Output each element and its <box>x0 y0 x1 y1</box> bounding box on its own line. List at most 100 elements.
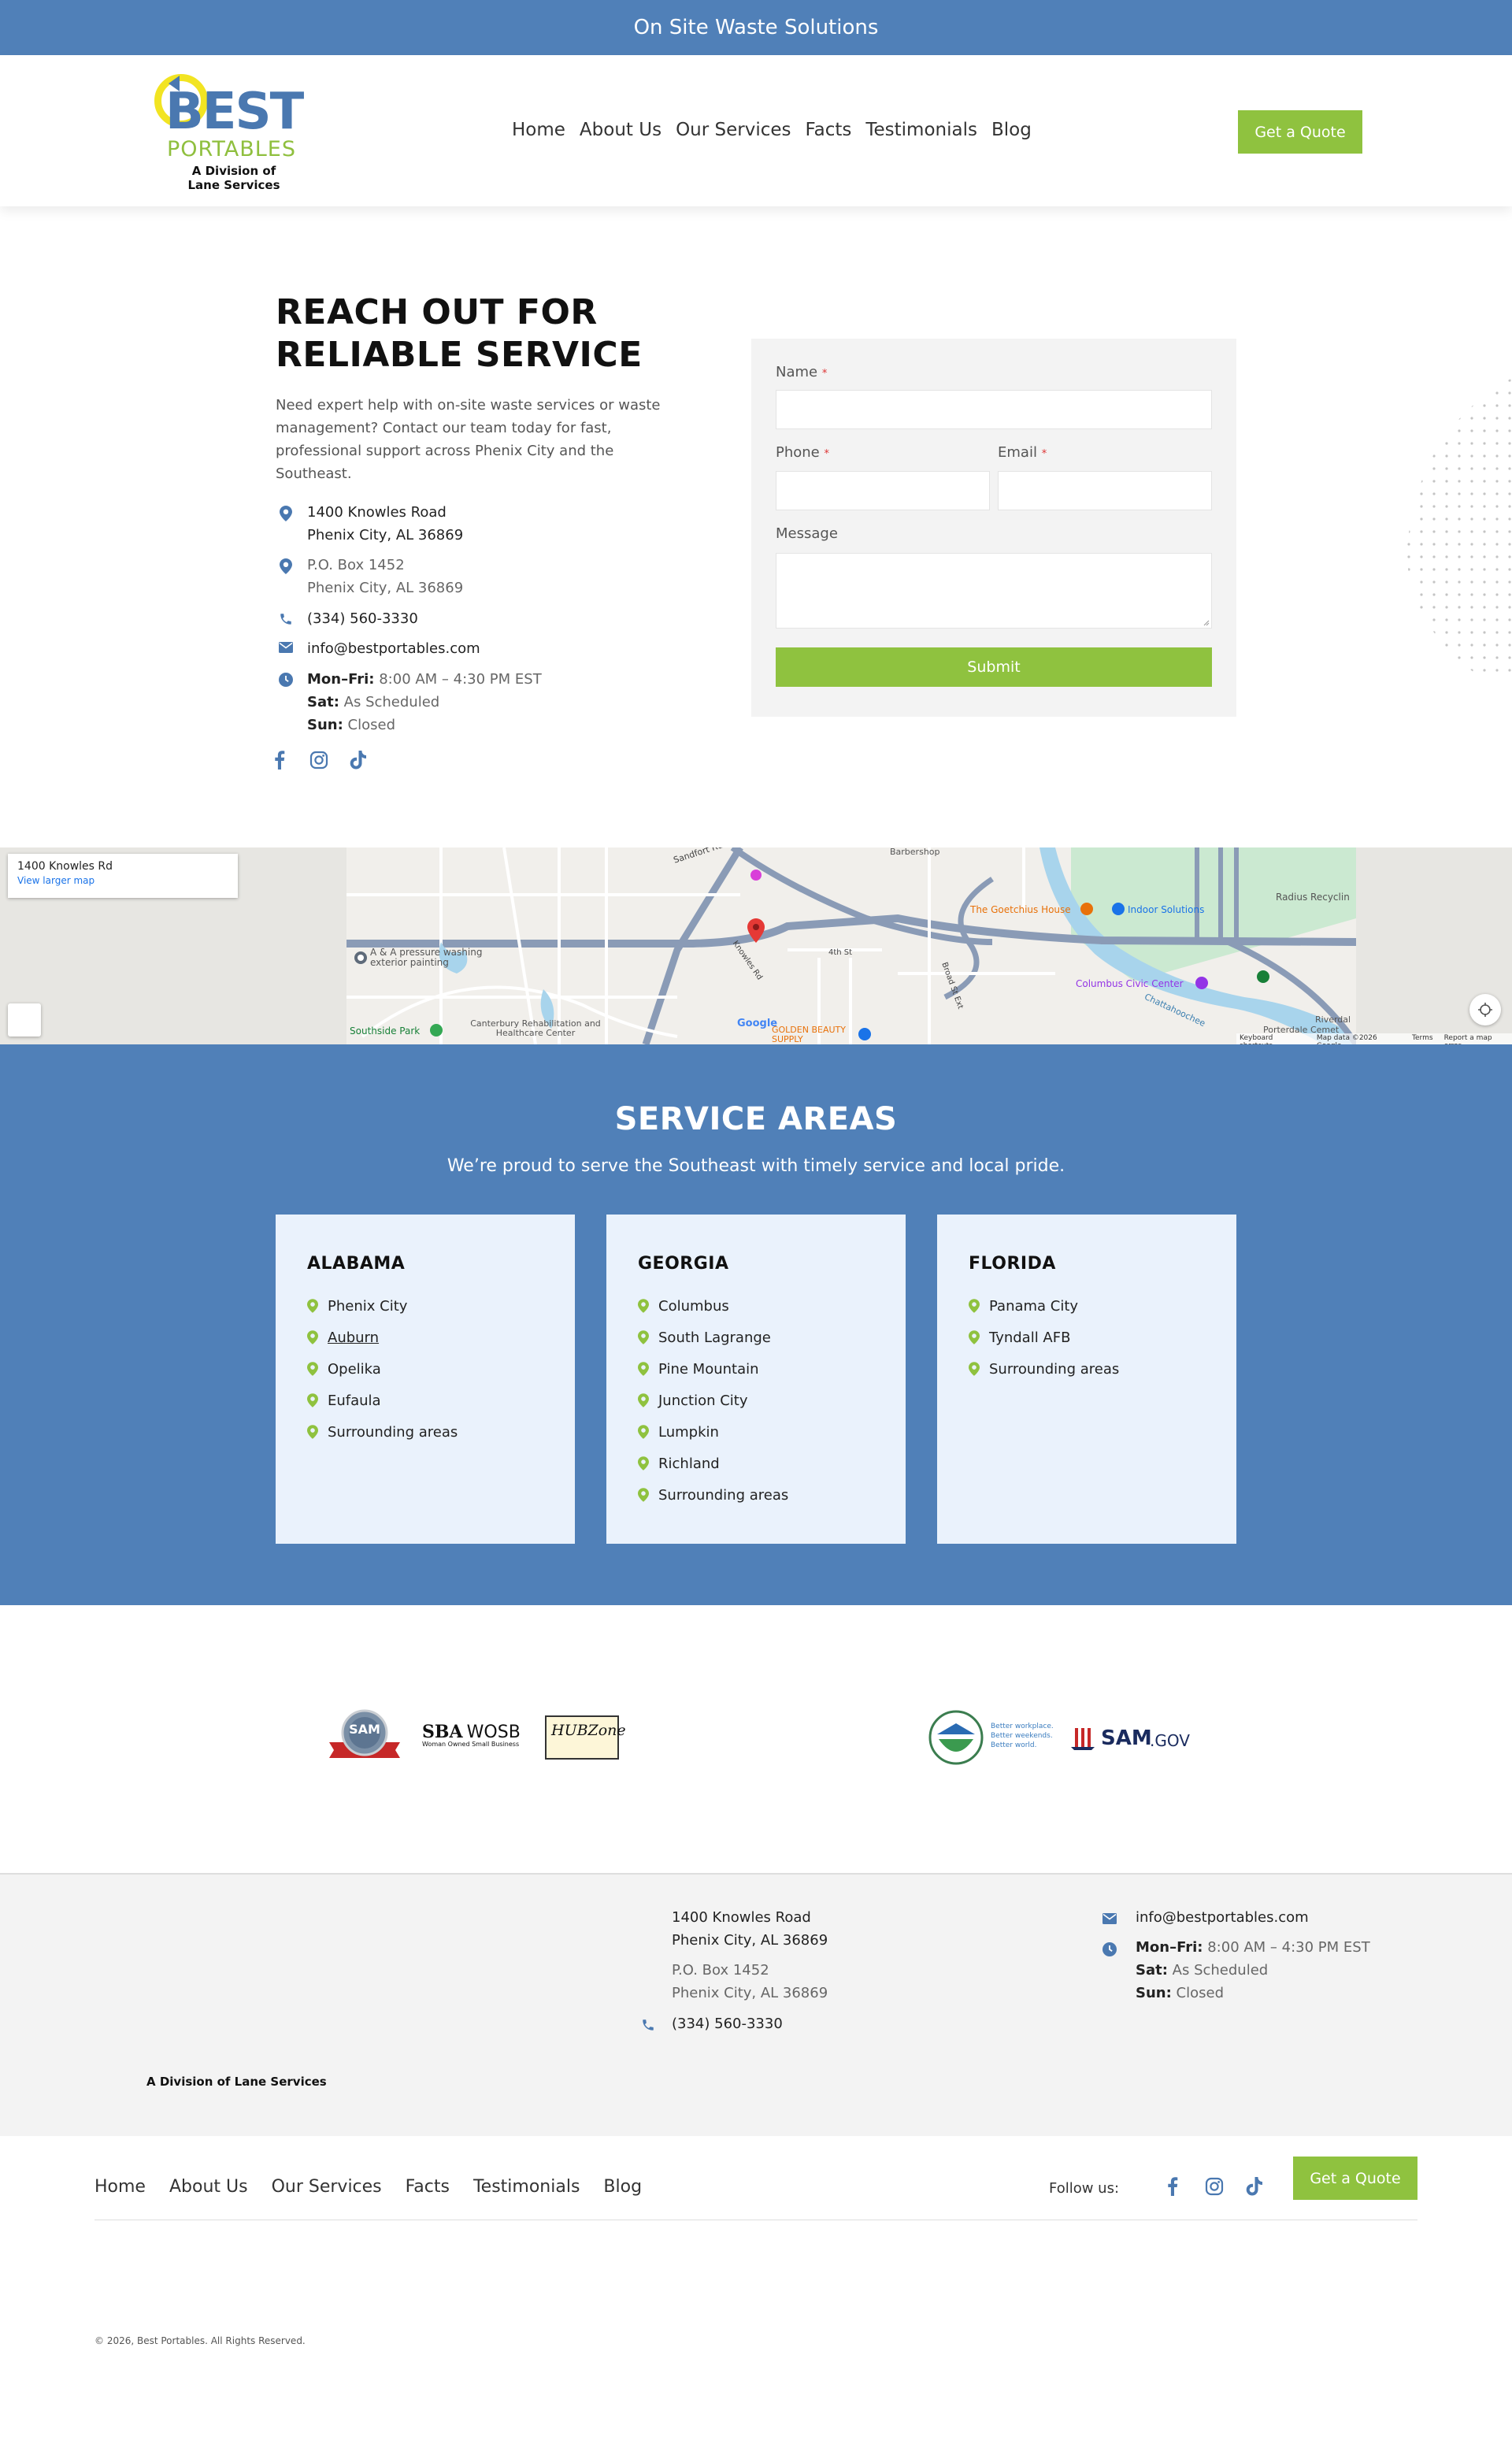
city-item: Surrounding areas <box>969 1353 1119 1385</box>
map-terms-link[interactable]: Terms <box>1412 1034 1433 1044</box>
map-pin-icon <box>638 1488 649 1502</box>
copyright-text: © 2026, Best Portables. All Rights Reser… <box>94 2335 306 2346</box>
name-input[interactable] <box>776 390 1212 429</box>
hours-sat-value: As Scheduled <box>343 694 440 710</box>
submit-button[interactable]: Submit <box>776 647 1212 687</box>
phone-icon <box>641 2018 655 2035</box>
contact-phone[interactable]: (334) 560-3330 <box>307 607 418 630</box>
city-list: Phenix City Auburn Opelika Eufaula Surro… <box>307 1290 458 1448</box>
map-label-golden: GOLDEN BEAUTY SUPPLY <box>772 1025 846 1044</box>
envelope-icon <box>276 637 296 660</box>
state-heading: ALABAMA <box>307 1254 406 1274</box>
state-heading: FLORIDA <box>969 1254 1056 1274</box>
map-label-pressure: A & A pressure washing exterior painting <box>370 947 483 968</box>
facebook-icon[interactable] <box>1167 2177 1178 2199</box>
address-line1: 1400 Knowles Road <box>307 504 447 521</box>
footer-navigation: Home About Us Our Services Facts Testimo… <box>94 2177 642 2197</box>
contact-email[interactable]: info@bestportables.com <box>307 637 480 660</box>
footer-hours-sun-label: Sun: <box>1136 1985 1172 2001</box>
nav-testimonials[interactable]: Testimonials <box>865 120 977 140</box>
footer-nav-home[interactable]: Home <box>94 2177 146 2197</box>
footer-pobox-line2: Phenix City, AL 36869 <box>672 1985 828 2001</box>
map-label-indoor: Indoor Solutions <box>1128 904 1205 915</box>
hours-weekday-value: 8:00 AM – 4:30 PM EST <box>379 671 542 688</box>
hubzone-text: HUBZone <box>551 1722 626 1739</box>
sba-wosb-badge: SBA WOSB Woman Owned Small Business <box>422 1722 524 1756</box>
map-pin-icon <box>307 1362 318 1376</box>
map-fullscreen-button[interactable] <box>1469 994 1501 1025</box>
name-label: Name * <box>776 364 828 380</box>
phone-label: Phone * <box>776 444 829 461</box>
view-larger-map-link[interactable]: View larger map <box>17 875 228 886</box>
phone-input[interactable] <box>776 471 990 510</box>
samgov-sam-text: SAM <box>1101 1726 1152 1750</box>
map-pegman-button[interactable] <box>8 1003 41 1037</box>
samgov-gov-text: .GOV <box>1150 1731 1190 1750</box>
samgov-badge: SAM .GOV <box>1068 1723 1202 1755</box>
footer-nav-our-services[interactable]: Our Services <box>272 2177 382 2197</box>
sam-badge: SAM <box>329 1708 400 1763</box>
map-pin-icon <box>638 1456 649 1470</box>
wosb-text: WOSB <box>466 1723 521 1742</box>
follow-us-label: Follow us: <box>1049 2180 1120 2197</box>
site-logo[interactable]: BEST PORTABLES A Division of Lane Servic… <box>154 63 312 197</box>
uncle-sam-hat-icon <box>1071 1728 1095 1750</box>
hubzone-badge: HUBZone <box>545 1715 626 1760</box>
map-tiles[interactable]: Sandfort Rd Barbershop The Goetchius Hou… <box>346 847 1359 1044</box>
clock-icon <box>276 668 296 736</box>
nav-facts[interactable]: Facts <box>806 120 852 140</box>
better-line1: Better workplace. <box>991 1723 1054 1730</box>
map-pin-icon <box>307 1393 318 1407</box>
announcement-text: On Site Waste Solutions <box>633 16 879 39</box>
tiktok-icon[interactable] <box>346 748 370 772</box>
map-pin-icon <box>307 1299 318 1313</box>
map-pin-icon <box>969 1330 980 1344</box>
map-report-error-link[interactable]: Report a map error <box>1444 1034 1509 1044</box>
map-label-4th: 4th St <box>828 948 853 957</box>
footer-hours-weekday-label: Mon–Fri: <box>1136 1939 1203 1956</box>
map-pin-icon <box>276 501 296 547</box>
footer-get-quote-button[interactable]: Get a Quote <box>1293 2157 1418 2200</box>
footer-hours-sat-label: Sat: <box>1136 1962 1168 1979</box>
nav-about-us[interactable]: About Us <box>580 120 662 140</box>
nav-home[interactable]: Home <box>512 120 565 140</box>
get-quote-button[interactable]: Get a Quote <box>1238 110 1362 154</box>
logo-portables-text: PORTABLES <box>167 137 296 161</box>
facebook-icon[interactable] <box>268 748 291 772</box>
main-navigation: Home About Us Our Services Facts Testimo… <box>512 120 1032 140</box>
state-heading: GEORGIA <box>638 1254 729 1274</box>
site-header: BEST PORTABLES A Division of Lane Servic… <box>0 55 1512 206</box>
footer-email[interactable]: info@bestportables.com <box>1136 1906 1309 1929</box>
clock-icon <box>1102 1942 1117 1960</box>
sam-badge-text: SAM <box>349 1722 380 1737</box>
contact-form: Name * Phone * Email * Message Submit <box>751 339 1236 717</box>
tiktok-icon[interactable] <box>1246 2177 1263 2199</box>
nav-blog[interactable]: Blog <box>991 120 1032 140</box>
city-item-link[interactable]: Auburn <box>307 1322 458 1353</box>
map-pin-icon <box>969 1299 980 1313</box>
city-item: Surrounding areas <box>638 1479 788 1511</box>
city-item: Phenix City <box>307 1290 458 1322</box>
instagram-icon[interactable] <box>307 748 331 772</box>
city-list: Columbus South Lagrange Pine Mountain Ju… <box>638 1290 788 1511</box>
map-keyboard-shortcuts[interactable]: Keyboard shortcuts <box>1240 1034 1306 1044</box>
contact-email-row: info@bestportables.com <box>276 637 480 660</box>
map-pin-icon <box>638 1330 649 1344</box>
map-pin-icon <box>638 1362 649 1376</box>
contact-title: REACH OUT FOR RELIABLE SERVICE <box>276 292 643 375</box>
nav-our-services[interactable]: Our Services <box>676 120 791 140</box>
footer-nav-about-us[interactable]: About Us <box>169 2177 248 2197</box>
email-input[interactable] <box>998 471 1212 510</box>
city-item: Richland <box>638 1448 788 1479</box>
location-map[interactable]: Sandfort Rd Barbershop The Goetchius Hou… <box>0 847 1512 1044</box>
contact-address-pobox: P.O. Box 1452 Phenix City, AL 36869 <box>276 554 463 599</box>
message-label: Message <box>776 525 838 542</box>
footer-nav-testimonials[interactable]: Testimonials <box>473 2177 580 2197</box>
footer-nav-facts[interactable]: Facts <box>406 2177 450 2197</box>
city-item: Eufaula <box>307 1385 458 1416</box>
footer-phone[interactable]: (334) 560-3330 <box>672 2012 783 2035</box>
city-list: Panama City Tyndall AFB Surrounding area… <box>969 1290 1119 1385</box>
message-textarea[interactable] <box>776 553 1212 629</box>
instagram-icon[interactable] <box>1205 2177 1224 2199</box>
footer-nav-blog[interactable]: Blog <box>603 2177 642 2197</box>
